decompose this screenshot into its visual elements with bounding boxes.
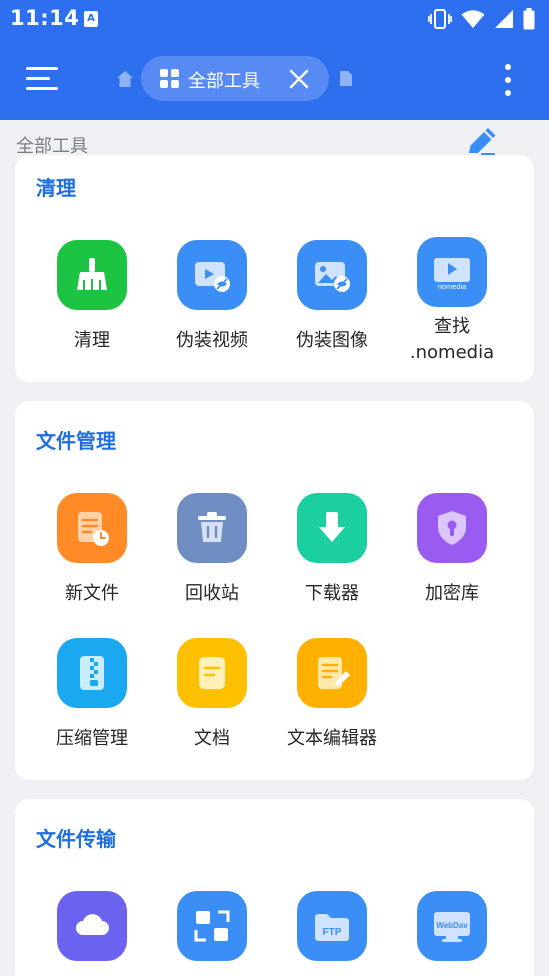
tool-hidden-video[interactable]: 伪装视频 — [147, 240, 277, 370]
hidden-image-icon — [297, 240, 367, 310]
ftp-logo-text: FTP — [323, 927, 342, 938]
broom-icon — [57, 240, 127, 310]
notification-icon: A — [84, 11, 98, 27]
wifi-icon — [461, 10, 485, 28]
grid-icon — [160, 69, 179, 88]
tool-label: 清理 — [74, 330, 110, 351]
section-file-management: 文件管理 新文件 回收站 下载器 加密库 压缩管理 文档 文本编辑器 — [15, 401, 534, 780]
tool-label: 伪装图像 — [296, 330, 368, 351]
status-icons — [428, 8, 535, 30]
tool-hidden-image[interactable]: 伪装图像 — [267, 240, 397, 370]
tool-ftp[interactable]: FTP — [267, 891, 397, 976]
tool-new-file[interactable]: 新文件 — [27, 493, 157, 623]
tool-label: 文档 — [194, 728, 230, 749]
webdav-icon: WebDav — [417, 891, 487, 961]
section-file-transfer: 文件传输 FTP WebDav — [15, 799, 534, 976]
tool-find-nomedia[interactable]: nomedia 查找 .nomedia — [387, 237, 517, 367]
status-bar: 11:14 A — [0, 0, 549, 40]
next-tab-icon[interactable] — [338, 71, 352, 86]
nomedia-logo-text: nomedia — [438, 282, 468, 291]
home-tab-icon[interactable] — [116, 70, 134, 88]
hamburger-menu-icon[interactable] — [26, 64, 60, 92]
trash-icon — [177, 493, 247, 563]
tool-zip-manager[interactable]: 压缩管理 — [27, 638, 157, 768]
section-title: 文件管理 — [36, 429, 116, 453]
close-icon[interactable] — [287, 67, 311, 91]
ftp-icon: FTP — [297, 891, 367, 961]
tool-label: 压缩管理 — [56, 728, 128, 749]
app-bar: 全部工具 — [0, 40, 549, 120]
cloud-icon — [57, 891, 127, 961]
tool-label: 加密库 — [425, 583, 479, 604]
section-title: 文件传输 — [36, 827, 116, 851]
section-title: 清理 — [36, 176, 76, 200]
tool-label: 文本编辑器 — [287, 728, 377, 749]
transfer-icon — [177, 891, 247, 961]
text-editor-icon — [297, 638, 367, 708]
new-file-icon — [57, 493, 127, 563]
tool-text-editor[interactable]: 文本编辑器 — [267, 638, 397, 768]
tool-label: 回收站 — [185, 583, 239, 604]
tool-label: 伪装视频 — [176, 330, 248, 351]
tool-label: 下载器 — [305, 583, 359, 604]
webdav-logo-text: WebDav — [436, 921, 468, 930]
nomedia-icon: nomedia — [417, 237, 487, 307]
zip-icon — [57, 638, 127, 708]
status-time: 11:14 — [10, 6, 80, 30]
tool-documents[interactable]: 文档 — [147, 638, 277, 768]
hidden-video-icon — [177, 240, 247, 310]
more-vert-icon[interactable] — [498, 62, 518, 98]
tool-label: 查找 .nomedia — [409, 316, 495, 363]
tool-vault[interactable]: 加密库 — [387, 493, 517, 623]
battery-icon — [523, 8, 535, 30]
tab-all-tools[interactable]: 全部工具 — [141, 56, 329, 101]
tool-recycle-bin[interactable]: 回收站 — [147, 493, 277, 623]
tool-transfer[interactable] — [147, 891, 277, 976]
vibrate-icon — [428, 9, 452, 29]
lock-shield-icon — [417, 493, 487, 563]
section-clean: 清理 清理 伪装视频 伪装图像 nomedia 查找 .nomedia — [15, 155, 534, 382]
tool-clean[interactable]: 清理 — [27, 240, 157, 370]
tool-downloader[interactable]: 下载器 — [267, 493, 397, 623]
signal-icon — [495, 10, 513, 28]
tool-cloud[interactable] — [27, 891, 157, 976]
download-icon — [297, 493, 367, 563]
tab-label: 全部工具 — [188, 71, 260, 92]
tool-label: 新文件 — [65, 583, 119, 604]
tool-webdav[interactable]: WebDav — [387, 891, 517, 976]
document-icon — [177, 638, 247, 708]
